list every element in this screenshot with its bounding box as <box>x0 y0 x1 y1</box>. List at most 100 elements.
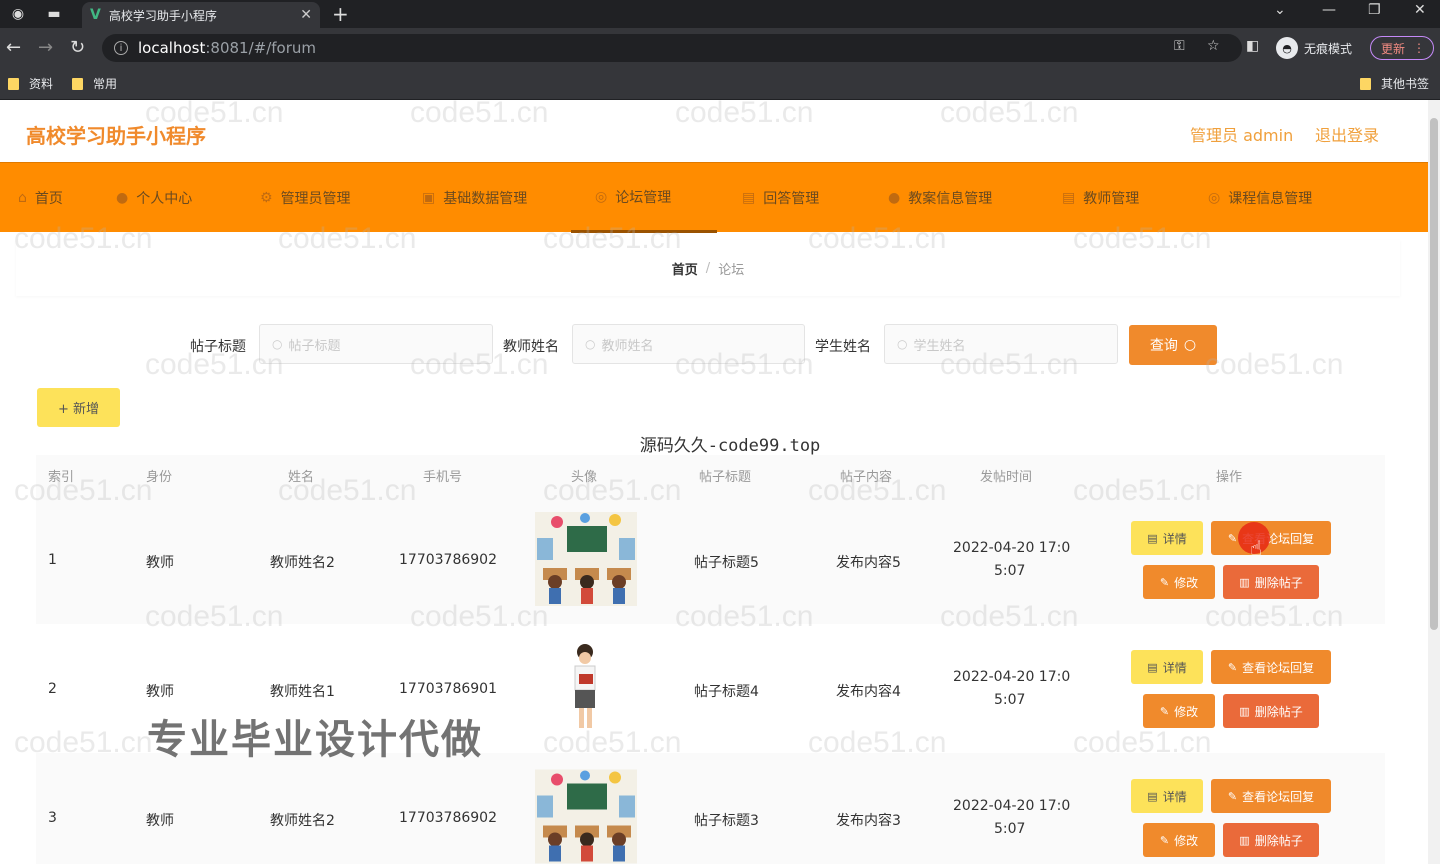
title-search-label: 帖子标题 <box>190 339 246 355</box>
url-input[interactable]: i localhost:8081/#/forum <box>102 34 1242 62</box>
menu-item-lessons[interactable]: ● 教案信息管理 <box>888 163 992 233</box>
url-path: :8081/#/forum <box>205 39 316 57</box>
new-tab-icon[interactable]: + <box>332 2 349 26</box>
breadcrumb-home[interactable]: 首页 <box>672 259 698 278</box>
bookmark-folder[interactable]: 资料 <box>8 75 53 92</box>
update-button[interactable]: 更新 ⋮ <box>1370 36 1434 60</box>
main-menu: ⌂ 首页 ● 个人中心 ⚙ 管理员管理 ▣ 基础数据管理 ◎ 论坛管理 ▤ 回答管理 ● 教案… <box>0 162 1428 233</box>
menu-label: 首页 <box>34 191 63 207</box>
browser-logo-icon[interactable]: ◉ <box>0 0 36 28</box>
menu-item-answers[interactable]: ▤ 回答管理 <box>742 163 819 233</box>
breadcrumb-separator: / <box>705 260 711 276</box>
cell-role: 教师 <box>146 555 174 571</box>
delete-button[interactable]: ▥ 删除帖子 <box>1223 823 1319 857</box>
title-search-input[interactable]: ○ 帖子标题 <box>259 324 493 364</box>
edit-button[interactable]: ✎ 修改 <box>1143 565 1215 599</box>
cell-content: 发布内容3 <box>836 813 901 829</box>
menu-item-profile[interactable]: ● 个人中心 <box>116 163 192 233</box>
cell-time-line1: 2022-04-20 17:0 <box>953 798 1071 814</box>
add-button[interactable]: + 新增 <box>37 388 120 427</box>
menu-item-basic-data[interactable]: ▣ 基础数据管理 <box>422 163 527 233</box>
tab-close-icon[interactable]: ✕ <box>300 7 312 23</box>
back-icon[interactable]: ← <box>6 37 21 58</box>
menu-label: 教案信息管理 <box>908 191 993 207</box>
student-search-input[interactable]: ○ 学生姓名 <box>884 324 1118 364</box>
sidepanel-icon[interactable]: ◧ <box>1246 38 1259 54</box>
student-search-placeholder: 学生姓名 <box>913 338 966 354</box>
delete-button[interactable]: ▥ 删除帖子 <box>1223 565 1319 599</box>
teacher-search-input[interactable]: ○ 教师姓名 <box>572 324 805 364</box>
app-title: 高校学习助手小程序 <box>26 124 206 148</box>
admin-label[interactable]: 管理员 admin <box>1190 122 1293 146</box>
site-info-icon[interactable]: i <box>114 41 128 55</box>
folder-icon <box>1360 77 1371 90</box>
overlay-site-title: 源码久久-code99.top <box>639 436 821 456</box>
answer-icon: ▤ <box>742 190 756 206</box>
menu-label: 个人中心 <box>136 191 193 207</box>
view-replies-button[interactable]: ✎ 查看论坛回复 <box>1211 521 1331 555</box>
detail-button[interactable]: ▤ 详情 <box>1131 521 1203 555</box>
query-label: 查询 <box>1149 338 1178 354</box>
bookmark-star-icon[interactable]: ☆ <box>1207 38 1220 54</box>
trash-icon: ▥ <box>1239 575 1250 589</box>
cell-index: 3 <box>48 810 57 826</box>
promo-overlay-text: 专业毕业设计代做 <box>147 717 483 763</box>
edit-button[interactable]: ✎ 修改 <box>1143 694 1215 728</box>
view-replies-button[interactable]: ✎ 查看论坛回复 <box>1211 779 1331 813</box>
tab-strip-icon[interactable]: ▬ <box>36 0 72 28</box>
detail-button[interactable]: ▤ 详情 <box>1131 650 1203 684</box>
logout-link[interactable]: 退出登录 <box>1315 122 1379 146</box>
col-header-phone: 手机号 <box>423 470 463 485</box>
detail-button[interactable]: ▤ 详情 <box>1131 779 1203 813</box>
close-window-icon[interactable]: ✕ <box>1414 2 1426 18</box>
cell-phone: 17703786902 <box>399 552 497 568</box>
bookmark-folder[interactable]: 常用 <box>72 75 117 92</box>
more-menu-icon[interactable]: ⋮ <box>1413 41 1425 55</box>
cell-name: 教师姓名2 <box>270 813 335 829</box>
cell-index: 1 <box>48 552 57 568</box>
trash-icon: ▥ <box>1239 833 1250 847</box>
home-icon: ⌂ <box>18 190 27 206</box>
detail-label: 详情 <box>1162 789 1187 804</box>
cell-title: 帖子标题5 <box>694 555 759 571</box>
other-bookmarks[interactable]: 其他书签 <box>1360 75 1429 92</box>
restore-icon[interactable]: ❐ <box>1368 2 1381 18</box>
edit-icon: ✎ <box>1227 531 1238 545</box>
edit-icon: ✎ <box>1227 660 1238 674</box>
menu-item-forum[interactable]: ◎ 论坛管理 <box>571 163 717 233</box>
edit-button[interactable]: ✎ 修改 <box>1143 823 1215 857</box>
menu-item-home[interactable]: ⌂ 首页 <box>18 163 63 233</box>
scrollbar-thumb[interactable] <box>1430 118 1438 630</box>
tab-search-icon[interactable]: ⌄ <box>1274 2 1286 18</box>
search-icon: ○ <box>585 337 596 351</box>
cell-time-line2: 5:07 <box>994 821 1026 837</box>
cell-title: 帖子标题3 <box>694 813 759 829</box>
minimize-icon[interactable]: — <box>1322 2 1336 18</box>
cell-title: 帖子标题4 <box>694 684 759 700</box>
view-replies-label: 查看论坛回复 <box>1242 660 1315 675</box>
app-header: 高校学习助手小程序 管理员 admin 退出登录 <box>0 100 1440 162</box>
col-header-role: 身份 <box>146 470 173 485</box>
menu-item-admins[interactable]: ⚙ 管理员管理 <box>260 163 351 233</box>
cursor-icon: ☝ <box>1250 536 1263 560</box>
view-replies-button[interactable]: ✎ 查看论坛回复 <box>1211 650 1331 684</box>
key-icon[interactable]: ⚿ <box>1174 38 1185 54</box>
incognito-indicator[interactable]: ◓ 无痕模式 <box>1276 37 1352 59</box>
edit-icon: ✎ <box>1227 789 1238 803</box>
menu-item-courses[interactable]: ◎ 课程信息管理 <box>1208 163 1312 233</box>
document-icon: ▤ <box>1147 531 1158 545</box>
incognito-label: 无痕模式 <box>1304 41 1353 56</box>
view-replies-label: 查看论坛回复 <box>1242 789 1315 804</box>
reload-icon[interactable]: ↻ <box>70 37 85 58</box>
delete-label: 删除帖子 <box>1254 833 1303 848</box>
admin-icon: ⚙ <box>260 190 273 206</box>
forward-icon[interactable]: → <box>38 37 53 58</box>
classroom-image <box>535 512 637 606</box>
col-header-avatar: 头像 <box>571 470 598 485</box>
cell-name: 教师姓名2 <box>270 555 335 571</box>
query-button[interactable]: 查询 ○ <box>1129 325 1217 365</box>
forum-icon: ◎ <box>595 188 608 205</box>
delete-button[interactable]: ▥ 删除帖子 <box>1223 694 1319 728</box>
browser-tab[interactable]: V 高校学习助手小程序 ✕ <box>82 2 320 28</box>
menu-item-teachers[interactable]: ▤ 教师管理 <box>1062 163 1139 233</box>
